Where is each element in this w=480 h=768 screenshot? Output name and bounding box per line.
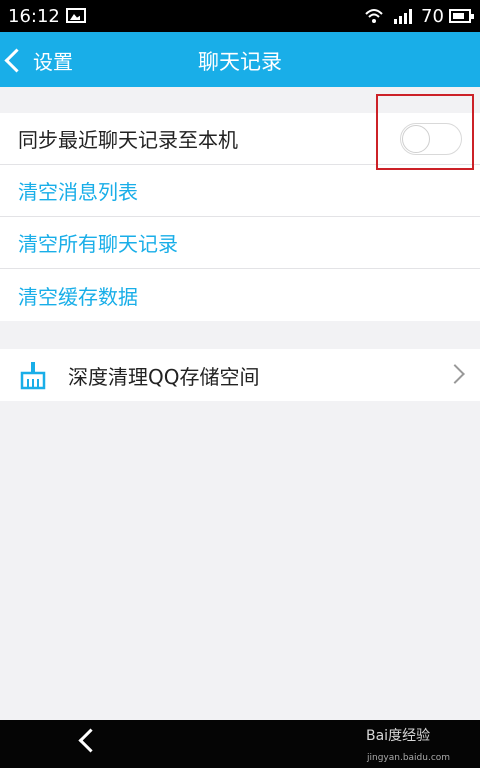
sync-row: 同步最近聊天记录至本机 [0,113,480,165]
deep-clean-label: 深度清理QQ存储空间 [68,364,260,389]
sync-label: 同步最近聊天记录至本机 [18,128,238,152]
status-time: 16:12 [8,6,60,27]
chat-record-settings: 同步最近聊天记录至本机 清空消息列表 清空所有聊天记录 清空缓存数据 [0,113,480,321]
toggle-knob [402,125,430,153]
clear-all-chat-records-label: 清空所有聊天记录 [18,232,178,256]
page-title: 聊天记录 [198,50,282,74]
battery-icon [449,9,474,23]
clear-cache-label: 清空缓存数据 [18,284,138,309]
clear-message-list-label: 清空消息列表 [18,180,138,204]
baidu-url: jingyan.baidu.com [367,753,451,763]
broom-icon [20,362,46,390]
clear-all-chat-records-row[interactable]: 清空所有聊天记录 [0,217,480,269]
chevron-right-icon [445,364,465,384]
battery-level: 70 [421,6,444,27]
deep-clean-group: 深度清理QQ存储空间 [0,349,480,401]
signal-icon [394,9,412,24]
header: 设置 聊天记录 [0,32,480,87]
wifi-icon [365,9,383,23]
baidu-watermark: Bai度经验 [366,728,431,744]
sync-toggle[interactable] [400,123,462,155]
clear-message-list-row[interactable]: 清空消息列表 [0,165,480,217]
back-icon[interactable] [78,728,103,753]
image-notification-icon [66,8,86,23]
deep-clean-row[interactable]: 深度清理QQ存储空间 [0,349,480,401]
clear-cache-row[interactable]: 清空缓存数据 [0,269,480,321]
status-bar: 16:12 70 [0,0,480,32]
